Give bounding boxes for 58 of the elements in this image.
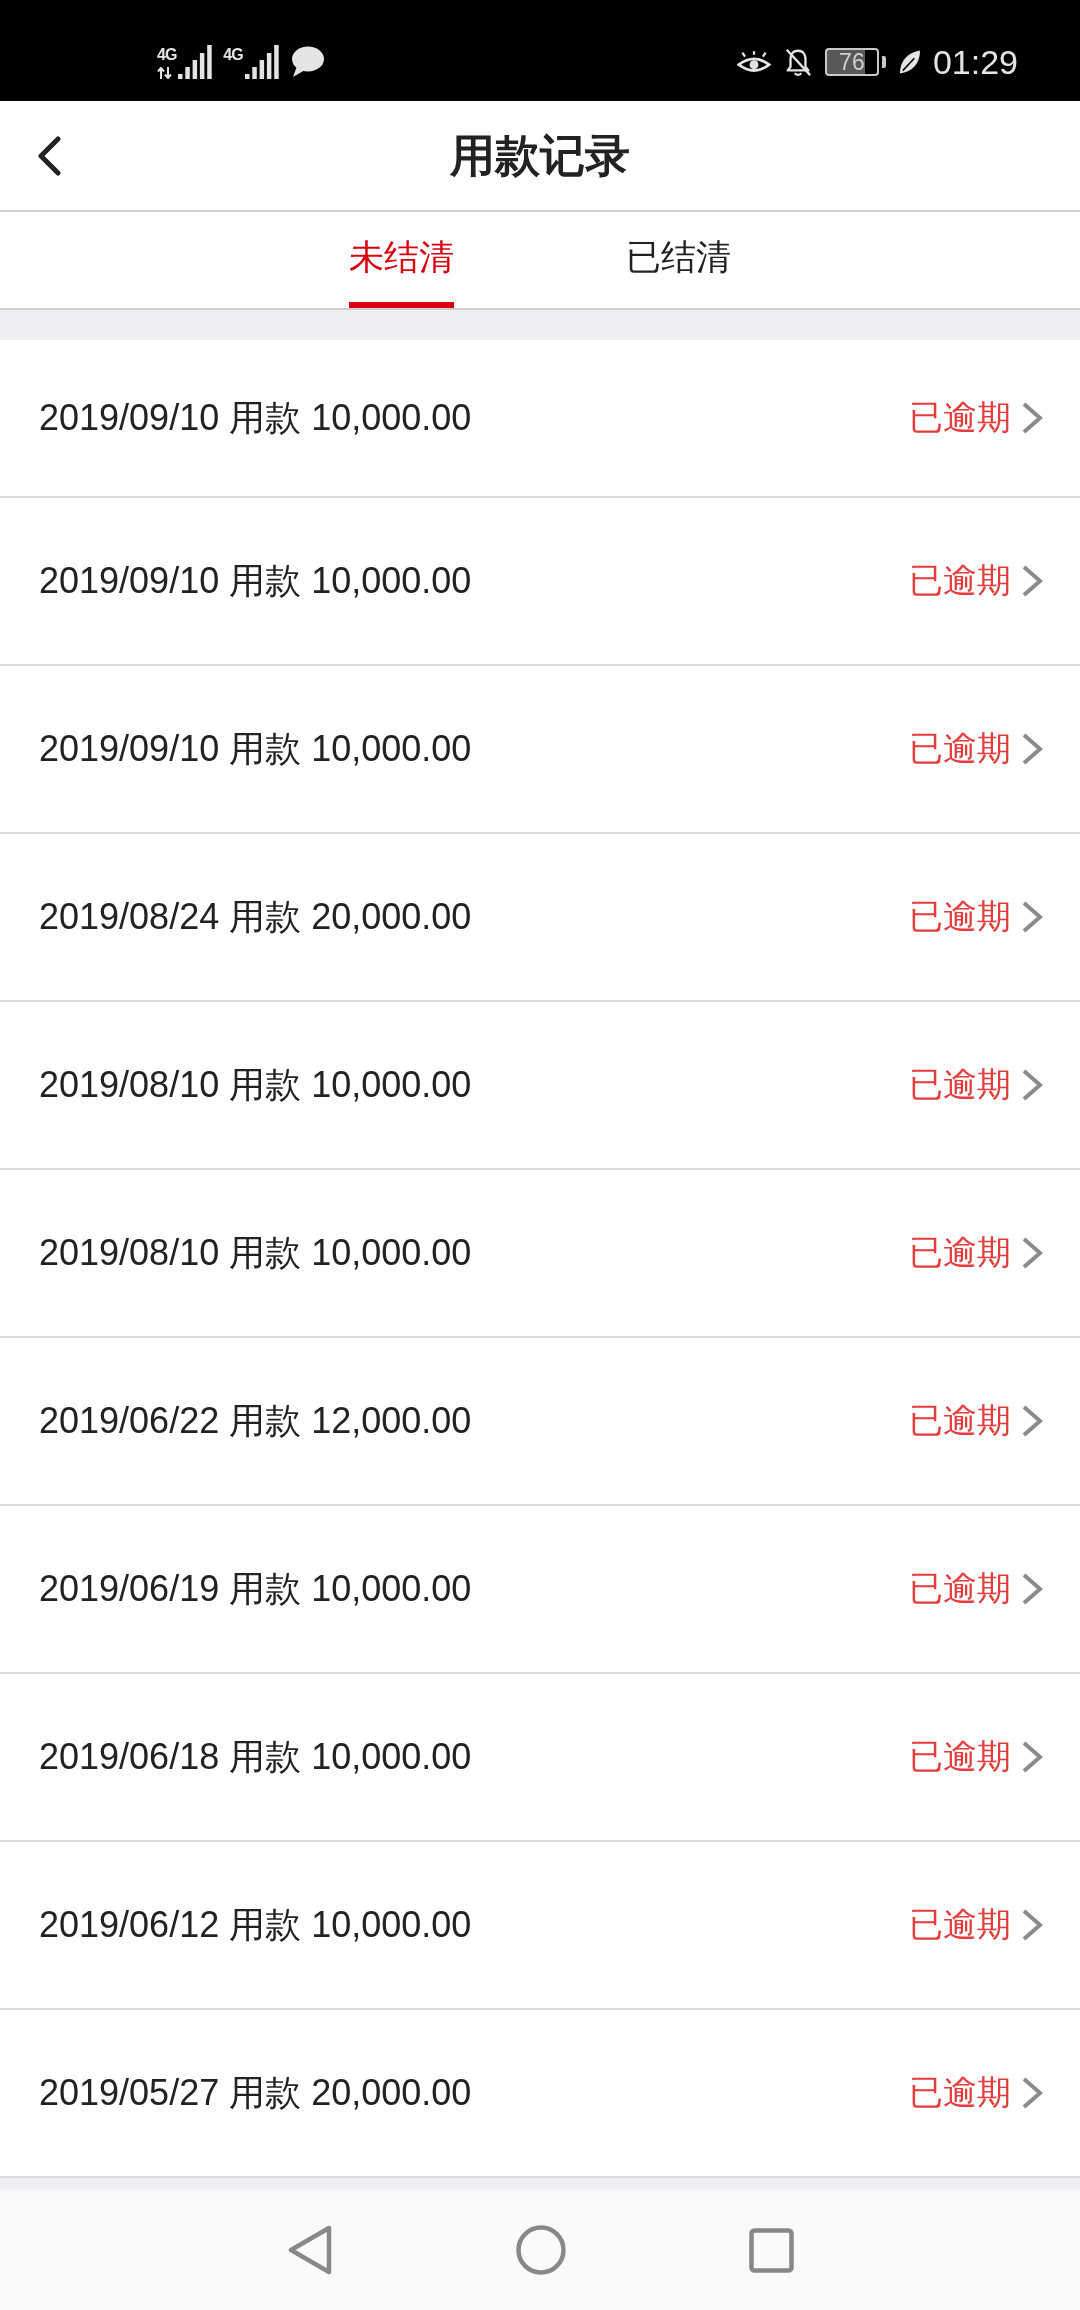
chat-bubble-icon	[289, 45, 324, 78]
record-row[interactable]: 2019/09/10 用款 10,000.00 已逾期	[0, 340, 1080, 498]
record-row[interactable]: 2019/06/12 用款 10,000.00 已逾期	[0, 1842, 1080, 2010]
record-text: 2019/09/10 用款 10,000.00	[39, 558, 472, 603]
page-title: 用款记录	[450, 128, 630, 183]
record-text: 2019/06/18 用款 10,000.00	[39, 1734, 472, 1779]
status-label: 已逾期	[909, 1736, 1011, 1777]
leaf-icon	[897, 48, 921, 75]
status-time: 01:29	[932, 44, 1018, 79]
status-label: 已逾期	[909, 896, 1011, 937]
back-icon[interactable]	[36, 135, 62, 176]
record-row[interactable]: 2019/06/18 用款 10,000.00 已逾期	[0, 1674, 1080, 1842]
chevron-right-icon	[1021, 1572, 1043, 1606]
record-text: 2019/05/27 用款 20,000.00	[39, 2070, 472, 2115]
record-text: 2019/06/22 用款 12,000.00	[39, 1398, 472, 1443]
record-text: 2019/06/19 用款 10,000.00	[39, 1566, 472, 1611]
status-label: 已逾期	[909, 1064, 1011, 1105]
chevron-right-icon	[1021, 401, 1043, 435]
status-label: 已逾期	[909, 1904, 1011, 1945]
record-text: 2019/08/10 用款 10,000.00	[39, 1230, 472, 1275]
chevron-right-icon	[1021, 1908, 1043, 1942]
network-type-label: 4G	[157, 46, 177, 63]
chevron-right-icon	[1021, 564, 1043, 598]
status-label: 已逾期	[909, 1232, 1011, 1273]
record-text: 2019/08/24 用款 20,000.00	[39, 894, 472, 939]
network-type-label: 4G	[223, 46, 243, 63]
record-row[interactable]: 2019/08/24 用款 20,000.00 已逾期	[0, 834, 1080, 1002]
battery-indicator: 76	[824, 47, 886, 76]
eye-icon	[736, 50, 771, 73]
chevron-right-icon	[1021, 2076, 1043, 2110]
chevron-right-icon	[1021, 1404, 1043, 1438]
signal-icon	[178, 44, 213, 79]
record-row[interactable]: 2019/09/10 用款 10,000.00 已逾期	[0, 498, 1080, 666]
chevron-right-icon	[1021, 1068, 1043, 1102]
tab[interactable]: 已结清	[626, 212, 731, 308]
record-row[interactable]: 2019/09/10 用款 10,000.00 已逾期	[0, 666, 1080, 834]
status-label: 已逾期	[909, 728, 1011, 769]
nav-back-icon[interactable]	[286, 2225, 333, 2275]
record-row[interactable]: 2019/06/22 用款 12,000.00 已逾期	[0, 1338, 1080, 1506]
status-label: 已逾期	[909, 560, 1011, 601]
record-text: 2019/09/10 用款 10,000.00	[39, 395, 472, 440]
record-row[interactable]: 2019/08/10 用款 10,000.00 已逾期	[0, 1170, 1080, 1338]
record-text: 2019/08/10 用款 10,000.00	[39, 1062, 472, 1107]
record-text: 2019/09/10 用款 10,000.00	[39, 726, 472, 771]
home-icon[interactable]	[515, 2225, 566, 2275]
record-row[interactable]: 2019/05/27 用款 20,000.00 已逾期	[0, 2010, 1080, 2178]
record-row[interactable]: 2019/06/19 用款 10,000.00 已逾期	[0, 1506, 1080, 1674]
recents-icon[interactable]	[748, 2227, 794, 2273]
chevron-right-icon	[1021, 1740, 1043, 1774]
status-label: 已逾期	[909, 1400, 1011, 1441]
record-text: 2019/06/12 用款 10,000.00	[39, 1902, 472, 1947]
status-label: 已逾期	[909, 2072, 1011, 2113]
status-label: 已逾期	[909, 397, 1011, 438]
chevron-right-icon	[1021, 900, 1043, 934]
chevron-right-icon	[1021, 732, 1043, 766]
chevron-right-icon	[1021, 1236, 1043, 1270]
status-label: 已逾期	[909, 1568, 1011, 1609]
record-row[interactable]: 2019/08/10 用款 10,000.00 已逾期	[0, 1002, 1080, 1170]
